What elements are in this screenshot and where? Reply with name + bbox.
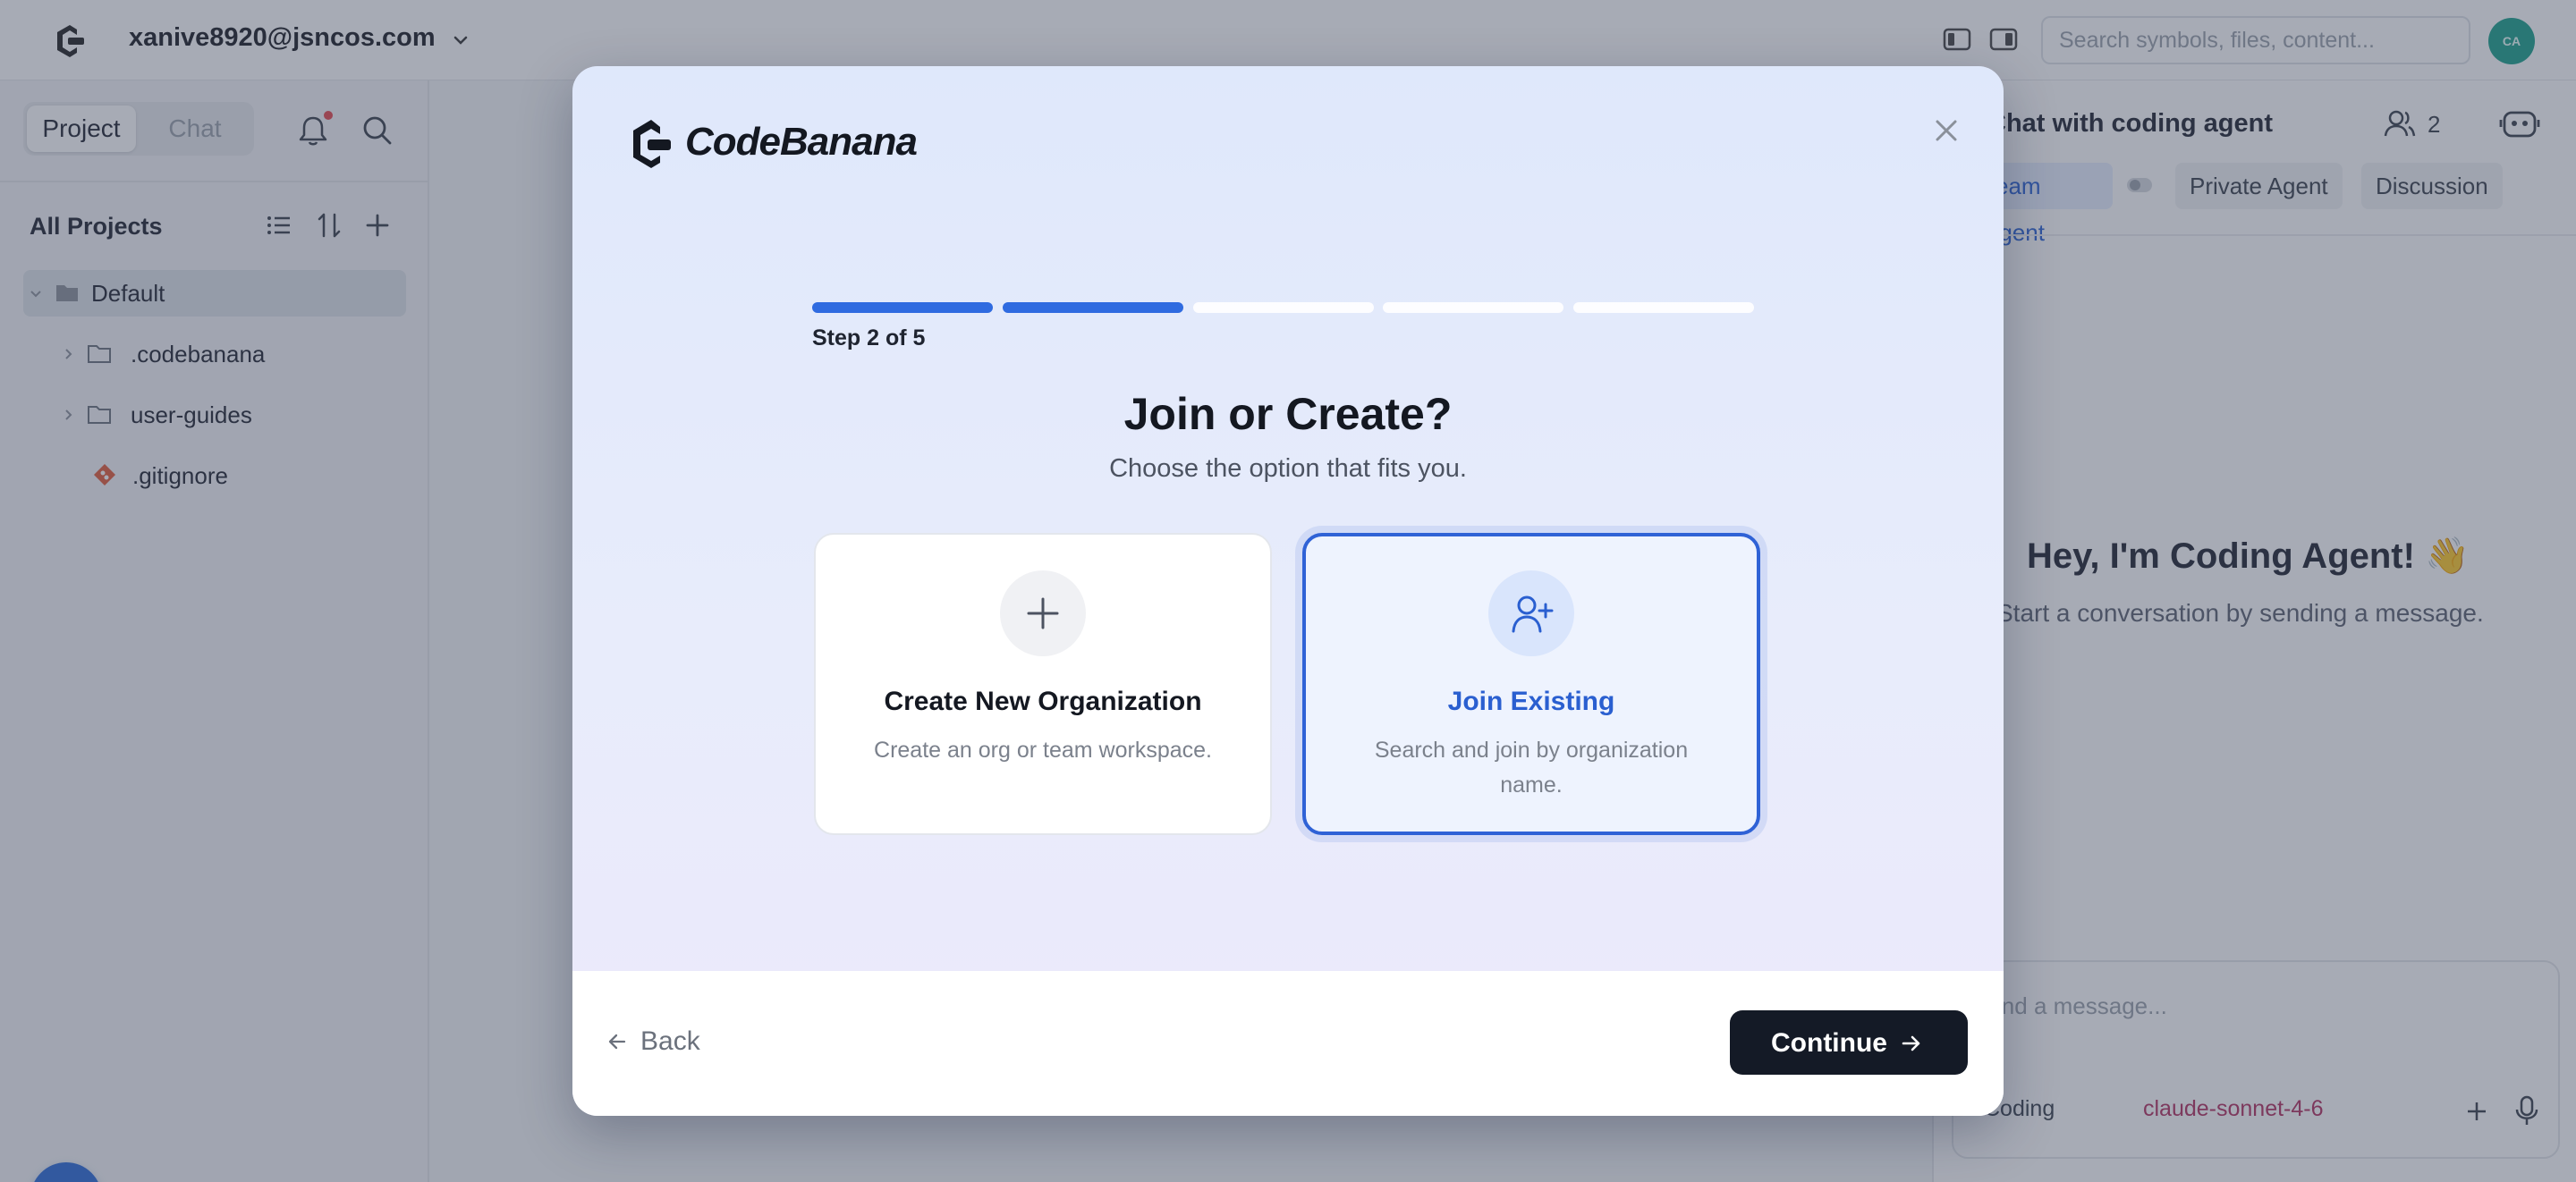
- continue-label: Continue: [1771, 1028, 1887, 1058]
- option-icon: [1000, 570, 1086, 656]
- progress-segment-1: [812, 302, 993, 313]
- progress-segment-3: [1192, 302, 1374, 313]
- progress-segment-2: [1002, 302, 1183, 313]
- option-title: Create New Organization: [884, 687, 1202, 716]
- onboarding-modal: CodeBanana Step 2 of 5 Join or Create? C…: [572, 66, 2004, 1116]
- user-plus-icon: [1512, 595, 1554, 633]
- option-description: Create an org or team workspace.: [874, 738, 1212, 763]
- option-description: Search and join by organization name.: [1374, 738, 1689, 798]
- brand-name: CodeBanana: [685, 120, 918, 164]
- arrow-right-icon: [1902, 1035, 1920, 1051]
- option-title: Join Existing: [1447, 687, 1615, 716]
- modal-footer: Back Continue: [572, 971, 2004, 1116]
- continue-button[interactable]: Continue: [1730, 1010, 1968, 1075]
- progress-segment-4: [1383, 302, 1564, 313]
- back-label: Back: [640, 1026, 700, 1056]
- close-icon[interactable]: [1927, 111, 1966, 150]
- step-indicator: Step 2 of 5: [812, 325, 926, 350]
- option-create-organization[interactable]: Create New Organization Create an org or…: [814, 533, 1272, 835]
- step-progress: [812, 302, 1764, 313]
- modal-title: Join or Create?: [1123, 389, 1453, 439]
- arrow-left-icon: [608, 1034, 626, 1050]
- codebanana-logo-icon: [633, 120, 671, 168]
- plus-icon: [1027, 597, 1059, 629]
- option-join-existing[interactable]: Join Existing Search and join by organiz…: [1302, 533, 1760, 835]
- modal-subtitle: Choose the option that fits you.: [1109, 454, 1467, 483]
- progress-segment-5: [1573, 302, 1755, 313]
- option-icon: [1488, 570, 1574, 656]
